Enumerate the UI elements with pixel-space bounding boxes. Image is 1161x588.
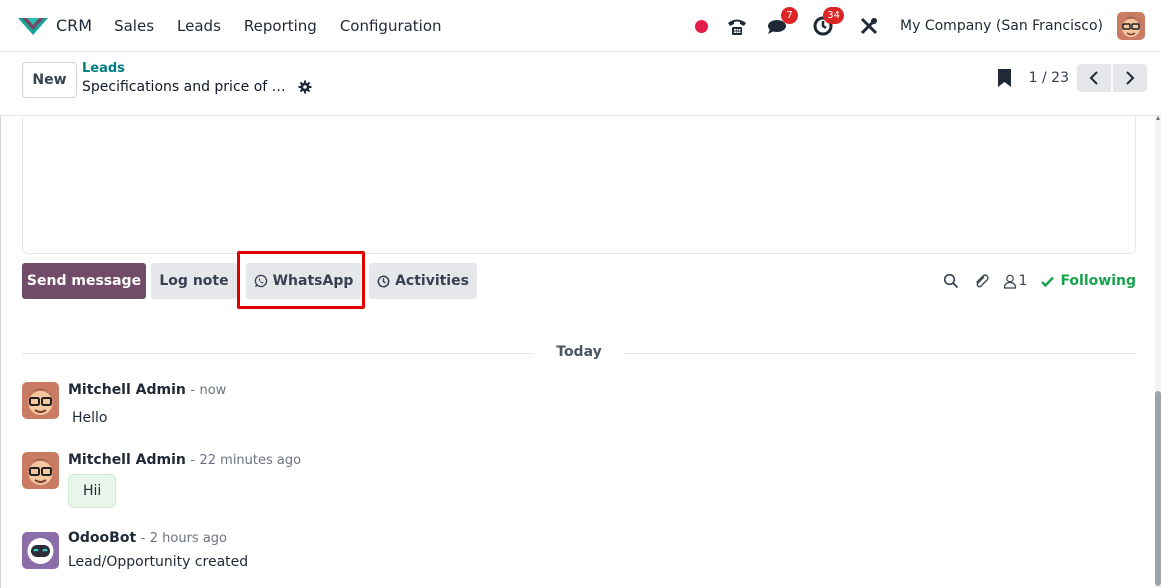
recording-dot-icon[interactable] bbox=[695, 19, 709, 33]
pager: 1 / 23 bbox=[997, 64, 1147, 92]
message-time: 22 minutes ago bbox=[199, 453, 302, 468]
user-icon bbox=[1003, 274, 1016, 289]
scrollbar-thumb[interactable] bbox=[1155, 391, 1161, 586]
activities-button[interactable]: 34 bbox=[810, 7, 845, 39]
divider-line-left bbox=[22, 353, 534, 354]
message-time: 2 hours ago bbox=[149, 531, 228, 546]
pager-next-button[interactable] bbox=[1113, 64, 1147, 92]
clock-icon bbox=[377, 275, 390, 287]
message-author[interactable]: Mitchell Admin bbox=[68, 452, 186, 468]
message-item: OdooBot - 2 hours ago Lead/Opportunity c… bbox=[22, 530, 522, 574]
messages-badge: 7 bbox=[781, 7, 799, 24]
message-bubble: Hii bbox=[68, 474, 117, 508]
message-header: Mitchell Admin - now bbox=[68, 382, 226, 398]
message-author[interactable]: OdooBot bbox=[68, 530, 136, 546]
followers-button[interactable]: 1 bbox=[1003, 273, 1028, 289]
following-button[interactable]: Following bbox=[1041, 273, 1136, 289]
main-menu: Sales Leads Reporting Configuration bbox=[114, 17, 464, 35]
activities-button-label: Activities bbox=[395, 273, 469, 289]
message-header: Mitchell Admin - 22 minutes ago bbox=[68, 452, 301, 468]
menu-item-reporting[interactable]: Reporting bbox=[244, 17, 317, 35]
message-separator: - bbox=[140, 531, 146, 546]
company-switcher[interactable]: My Company (San Francisco) bbox=[900, 18, 1103, 34]
tools-icon bbox=[860, 17, 878, 35]
menu-item-sales[interactable]: Sales bbox=[114, 17, 154, 35]
crm-logo-icon bbox=[18, 17, 48, 35]
form-left-border bbox=[0, 116, 1, 588]
phone-button[interactable] bbox=[724, 13, 750, 39]
date-divider: Today bbox=[22, 343, 1136, 363]
message-separator: - bbox=[190, 453, 196, 468]
record-title-row: Specifications and price of … bbox=[82, 79, 312, 95]
form-notes-area[interactable] bbox=[22, 116, 1136, 254]
following-label: Following bbox=[1060, 273, 1136, 289]
gear-icon[interactable] bbox=[298, 80, 312, 94]
whatsapp-icon bbox=[254, 274, 267, 288]
message-header: OdooBot - 2 hours ago bbox=[68, 530, 227, 546]
odoobot-avatar[interactable] bbox=[22, 532, 59, 569]
bookmark-icon[interactable] bbox=[997, 69, 1011, 87]
search-icon[interactable] bbox=[943, 273, 959, 289]
menu-item-configuration[interactable]: Configuration bbox=[340, 17, 442, 35]
chatter-tools: 1 Following bbox=[943, 263, 1136, 299]
user-avatar[interactable] bbox=[1117, 12, 1145, 40]
chevron-left-icon bbox=[1089, 71, 1098, 85]
breadcrumb-leads[interactable]: Leads bbox=[82, 61, 125, 76]
author-avatar[interactable] bbox=[22, 382, 59, 419]
phone-icon bbox=[728, 19, 747, 35]
activities-badge: 34 bbox=[823, 7, 845, 24]
paperclip-icon[interactable] bbox=[973, 273, 989, 289]
pager-previous-button[interactable] bbox=[1077, 64, 1111, 92]
pager-value[interactable]: 1 / 23 bbox=[1029, 70, 1069, 86]
author-avatar[interactable] bbox=[22, 452, 59, 489]
message-separator: - bbox=[190, 383, 196, 398]
log-note-button[interactable]: Log note bbox=[151, 263, 237, 299]
app-name: CRM bbox=[56, 16, 93, 35]
activities-schedule-button[interactable]: Activities bbox=[369, 263, 477, 299]
message-body: Hello bbox=[72, 410, 108, 426]
divider-line-right bbox=[624, 353, 1136, 354]
message-item: Mitchell Admin - 22 minutes ago Hii bbox=[22, 452, 522, 514]
systray: 7 34 My Company (San Francisco) bbox=[695, 0, 1145, 52]
control-panel: New Leads Specifications and price of … … bbox=[0, 52, 1161, 116]
message-item: Mitchell Admin - now Hello bbox=[22, 382, 522, 430]
send-message-button[interactable]: Send message bbox=[22, 263, 146, 299]
message-author[interactable]: Mitchell Admin bbox=[68, 382, 186, 398]
scrollbar[interactable] bbox=[1155, 116, 1161, 588]
new-button[interactable]: New bbox=[22, 62, 77, 98]
chatter-topbar: Send message Log note WhatsApp Activitie… bbox=[22, 263, 1136, 299]
record-title: Specifications and price of … bbox=[82, 79, 286, 95]
followers-count: 1 bbox=[1018, 273, 1028, 289]
chevron-right-icon bbox=[1126, 71, 1135, 85]
messages-button[interactable]: 7 bbox=[764, 7, 799, 39]
debug-tools-button[interactable] bbox=[856, 13, 882, 39]
whatsapp-button-label: WhatsApp bbox=[272, 273, 354, 289]
whatsapp-button[interactable]: WhatsApp bbox=[246, 263, 361, 299]
message-body: Lead/Opportunity created bbox=[68, 554, 249, 570]
date-divider-label: Today bbox=[556, 344, 602, 360]
check-icon bbox=[1041, 276, 1055, 287]
menu-item-leads[interactable]: Leads bbox=[177, 17, 221, 35]
message-time: now bbox=[199, 383, 227, 398]
top-navbar: CRM Sales Leads Reporting Configuration … bbox=[0, 0, 1161, 52]
app-brand[interactable]: CRM bbox=[18, 16, 92, 36]
scroll-up-arrow-icon[interactable] bbox=[1156, 116, 1160, 120]
